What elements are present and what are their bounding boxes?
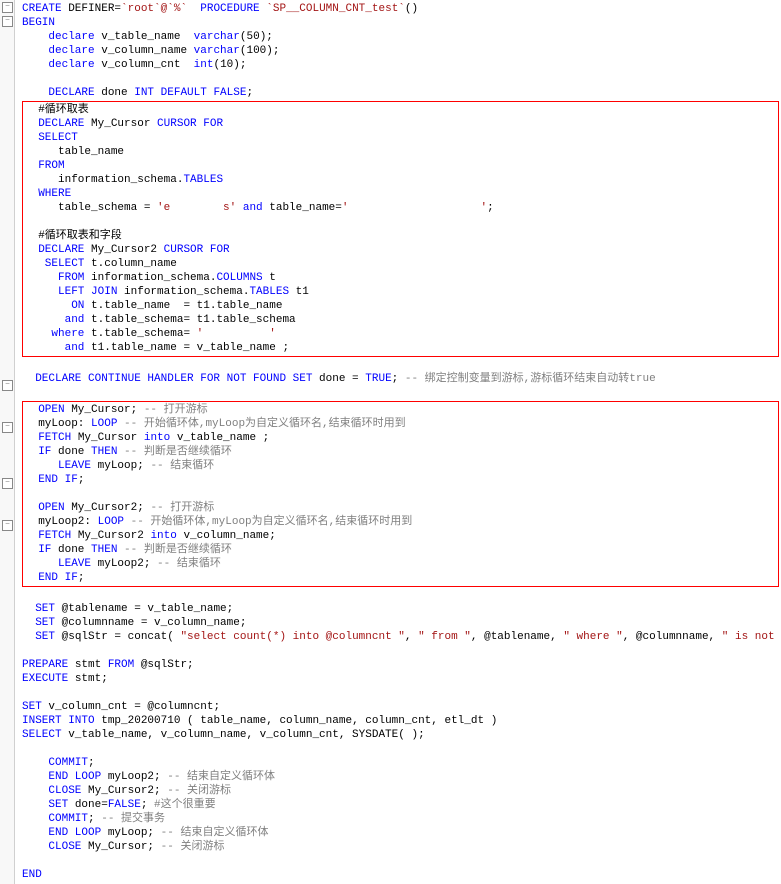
code-line[interactable]: CREATE DEFINER=`root`@`%` PROCEDURE `SP_… bbox=[18, 2, 781, 16]
code-line[interactable]: INSERT INTO tmp_20200710 ( table_name, c… bbox=[18, 714, 781, 728]
code-line[interactable]: LEFT JOIN information_schema.TABLES t1 bbox=[25, 285, 776, 299]
code-line[interactable]: declare v_table_name varchar(50); bbox=[18, 30, 781, 44]
code-line[interactable]: DECLARE My_Cursor CURSOR FOR bbox=[25, 117, 776, 131]
fold-marker[interactable]: − bbox=[2, 2, 13, 13]
code-line[interactable]: EXECUTE stmt; bbox=[18, 672, 781, 686]
code-line[interactable]: information_schema.TABLES bbox=[25, 173, 776, 187]
code-line[interactable]: SELECT bbox=[25, 131, 776, 145]
code-line[interactable]: FETCH My_Cursor into v_table_name ; bbox=[25, 431, 776, 445]
code-line[interactable]: declare v_column_name varchar(100); bbox=[18, 44, 781, 58]
code-line[interactable]: CLOSE My_Cursor2; -- 关闭游标 bbox=[18, 784, 781, 798]
code-line[interactable]: IF done THEN -- 判断是否继续循环 bbox=[25, 445, 776, 459]
code-line[interactable]: COMMIT; bbox=[18, 756, 781, 770]
code-line[interactable]: END bbox=[18, 868, 781, 882]
code-line[interactable]: myLoop2: LOOP -- 开始循环体,myLoop为自定义循环名,结束循… bbox=[25, 515, 776, 529]
code-line[interactable]: FETCH My_Cursor2 into v_column_name; bbox=[25, 529, 776, 543]
code-line[interactable] bbox=[25, 215, 776, 229]
code-line[interactable]: LEAVE myLoop2; -- 结束循环 bbox=[25, 557, 776, 571]
code-line[interactable] bbox=[18, 358, 781, 372]
code-line[interactable]: END IF; bbox=[25, 473, 776, 487]
code-line[interactable] bbox=[18, 686, 781, 700]
code-line[interactable]: LEAVE myLoop; -- 结束循环 bbox=[25, 459, 776, 473]
code-line[interactable]: COMMIT; -- 提交事务 bbox=[18, 812, 781, 826]
code-line[interactable]: DECLARE done INT DEFAULT FALSE; bbox=[18, 86, 781, 100]
code-line[interactable]: FROM bbox=[25, 159, 776, 173]
code-line[interactable]: SET v_column_cnt = @columncnt; bbox=[18, 700, 781, 714]
highlight-box-cursors: #循环取表 DECLARE My_Cursor CURSOR FOR SELEC… bbox=[22, 101, 779, 357]
code-line[interactable]: END LOOP myLoop2; -- 结束自定义循环体 bbox=[18, 770, 781, 784]
code-line[interactable] bbox=[18, 588, 781, 602]
fold-marker[interactable]: − bbox=[2, 478, 13, 489]
code-line[interactable] bbox=[18, 854, 781, 868]
code-line[interactable]: myLoop: LOOP -- 开始循环体,myLoop为自定义循环名,结束循环… bbox=[25, 417, 776, 431]
fold-marker[interactable]: − bbox=[2, 380, 13, 391]
fold-marker[interactable]: − bbox=[2, 520, 13, 531]
fold-gutter: − − − − − − bbox=[0, 0, 15, 884]
code-line[interactable]: FROM information_schema.COLUMNS t bbox=[25, 271, 776, 285]
code-line[interactable]: END IF; bbox=[25, 571, 776, 585]
code-line[interactable]: SELECT v_table_name, v_column_name, v_co… bbox=[18, 728, 781, 742]
code-line[interactable]: table_name bbox=[25, 145, 776, 159]
code-line[interactable]: #循环取表和字段 bbox=[25, 229, 776, 243]
code-line[interactable]: OPEN My_Cursor2; -- 打开游标 bbox=[25, 501, 776, 515]
code-line[interactable]: #循环取表 bbox=[25, 103, 776, 117]
code-line[interactable]: PREPARE stmt FROM @sqlStr; bbox=[18, 658, 781, 672]
code-line[interactable]: SET @tablename = v_table_name; bbox=[18, 602, 781, 616]
code-line[interactable]: SELECT t.column_name bbox=[25, 257, 776, 271]
code-line[interactable] bbox=[18, 72, 781, 86]
code-editor[interactable]: − − − − − − CREATE DEFINER=`root`@`%` PR… bbox=[0, 0, 781, 884]
code-line[interactable]: and t.table_schema= t1.table_schema bbox=[25, 313, 776, 327]
code-line[interactable]: where t.table_schema= ' ' bbox=[25, 327, 776, 341]
code-line[interactable] bbox=[18, 742, 781, 756]
code-line[interactable]: SET @columnname = v_column_name; bbox=[18, 616, 781, 630]
code-line[interactable]: SET done=FALSE; #这个很重要 bbox=[18, 798, 781, 812]
code-line[interactable]: DECLARE CONTINUE HANDLER FOR NOT FOUND S… bbox=[18, 372, 781, 386]
code-line[interactable]: table_schema = 'e s' and table_name=' '; bbox=[25, 201, 776, 215]
code-line[interactable]: BEGIN bbox=[18, 16, 781, 30]
code-line[interactable]: END LOOP myLoop; -- 结束自定义循环体 bbox=[18, 826, 781, 840]
code-line[interactable] bbox=[18, 386, 781, 400]
code-line[interactable]: CLOSE My_Cursor; -- 关闭游标 bbox=[18, 840, 781, 854]
highlight-box-loops: OPEN My_Cursor; -- 打开游标 myLoop: LOOP -- … bbox=[22, 401, 779, 587]
fold-marker[interactable]: − bbox=[2, 16, 13, 27]
code-line[interactable]: ON t.table_name = t1.table_name bbox=[25, 299, 776, 313]
code-line[interactable] bbox=[18, 644, 781, 658]
code-line[interactable]: WHERE bbox=[25, 187, 776, 201]
fold-marker[interactable]: − bbox=[2, 422, 13, 433]
code-line[interactable]: IF done THEN -- 判断是否继续循环 bbox=[25, 543, 776, 557]
code-line[interactable]: SET @sqlStr = concat( "select count(*) i… bbox=[18, 630, 781, 644]
code-line[interactable] bbox=[25, 487, 776, 501]
code-line[interactable]: DECLARE My_Cursor2 CURSOR FOR bbox=[25, 243, 776, 257]
code-line[interactable]: OPEN My_Cursor; -- 打开游标 bbox=[25, 403, 776, 417]
code-line[interactable]: declare v_column_cnt int(10); bbox=[18, 58, 781, 72]
code-line[interactable]: and t1.table_name = v_table_name ; bbox=[25, 341, 776, 355]
